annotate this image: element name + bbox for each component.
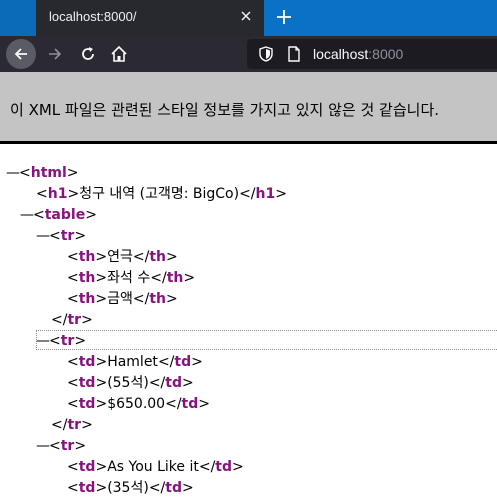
url-bar[interactable]: localhost:8000 <box>247 39 497 69</box>
td-text: $650.00 <box>107 396 166 412</box>
xml-tree: —<html> <h1>청구 내역 (고객명: BigCo)</h1> —<ta… <box>0 147 497 496</box>
xml-node-th: <th>연극</th> <box>67 249 178 265</box>
active-tab[interactable]: localhost:8000/ <box>36 0 264 36</box>
xml-node-html[interactable]: —<html> <box>6 163 79 183</box>
url-host: localhost <box>313 46 369 62</box>
collapse-toggle[interactable]: — <box>36 436 50 456</box>
collapse-toggle[interactable]: — <box>20 205 34 225</box>
banner-message: 이 XML 파일은 관련된 스타일 정보를 가지고 있지 않은 것 같습니다. <box>10 101 440 119</box>
url-port: :8000 <box>368 46 404 62</box>
xml-node-tr[interactable]: —<tr> <box>36 331 86 351</box>
collapse-toggle[interactable]: — <box>6 163 20 183</box>
xml-node-td: <td>Hamlet</td> <box>67 354 203 370</box>
xml-node-tr-close: </tr> <box>51 417 93 433</box>
back-button[interactable] <box>5 38 37 70</box>
collapse-toggle[interactable]: — <box>36 226 50 246</box>
td-text: (35석) <box>107 480 149 496</box>
td-text: Hamlet <box>107 354 158 370</box>
th-text: 좌석 수 <box>107 270 151 286</box>
home-button[interactable] <box>103 38 135 70</box>
home-icon <box>111 45 127 62</box>
td-text: (55석) <box>107 375 149 391</box>
th-text: 금액 <box>107 291 133 307</box>
reload-button[interactable] <box>72 38 104 70</box>
reload-icon <box>82 47 94 60</box>
th-text: 연극 <box>107 249 133 265</box>
forward-button[interactable] <box>39 38 71 70</box>
xml-node-th: <th>금액</th> <box>67 291 178 307</box>
xml-node-td: <td>(55석)</td> <box>67 375 194 391</box>
xml-node-tr-close: </tr> <box>51 312 93 328</box>
xml-node-td: <td>(35석)</td> <box>67 480 194 496</box>
tab-title: localhost:8000/ <box>49 9 137 24</box>
xml-node-tr[interactable]: —<tr> <box>36 436 86 456</box>
tab-strip-left <box>0 0 36 36</box>
xml-node-th: <th>좌석 수</th> <box>67 270 196 286</box>
collapse-toggle[interactable]: — <box>36 331 50 351</box>
xml-node-tr[interactable]: —<tr> <box>36 226 86 246</box>
xml-info-banner: 이 XML 파일은 관련된 스타일 정보를 가지고 있지 않은 것 같습니다. <box>0 72 497 144</box>
navigation-toolbar: localhost:8000 <box>0 36 497 72</box>
url-text: localhost:8000 <box>313 46 403 62</box>
tab-strip: localhost:8000/ <box>0 0 497 36</box>
shield-icon[interactable] <box>259 46 273 66</box>
h1-text: 청구 내역 (고객명: BigCo) <box>79 186 240 202</box>
td-text: As You Like it <box>107 459 199 475</box>
back-arrow-icon <box>14 48 27 60</box>
close-icon[interactable] <box>238 8 254 24</box>
xml-node-table[interactable]: —<table> <box>20 205 97 225</box>
xml-node-h1: <h1>청구 내역 (고객명: BigCo)</h1> <box>36 186 287 202</box>
forward-arrow-icon <box>49 48 62 60</box>
page-icon[interactable] <box>287 46 301 66</box>
xml-node-td: <td>As You Like it</td> <box>67 459 244 475</box>
tag-name: html <box>30 165 67 181</box>
xml-node-td: <td>$650.00</td> <box>67 396 210 412</box>
plus-icon[interactable] <box>273 6 295 28</box>
selection-outline <box>36 330 497 350</box>
